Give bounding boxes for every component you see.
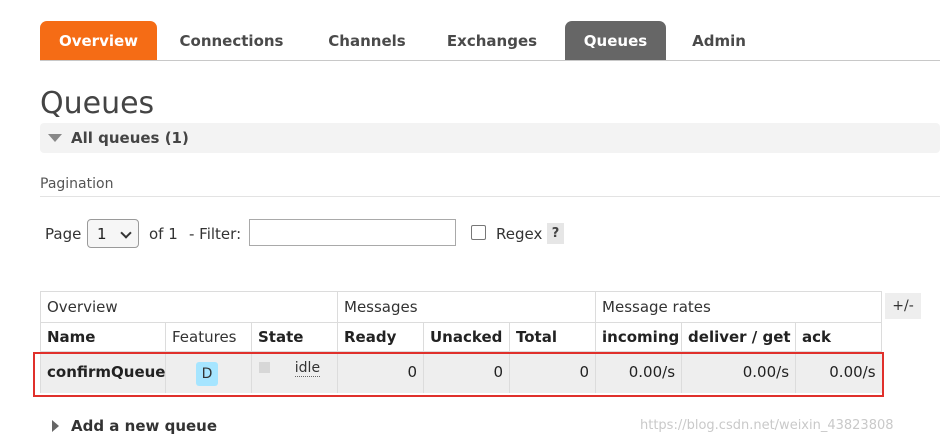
table-row: confirmQueue D idle 0 0 0 0.00/s 0.00/s … xyxy=(40,351,882,393)
tab-connections[interactable]: Connections xyxy=(164,21,299,60)
group-header-messages: Messages xyxy=(336,291,597,323)
state-text: idle xyxy=(294,359,321,377)
tab-admin[interactable]: Admin xyxy=(673,21,765,60)
column-header-unacked[interactable]: Unacked xyxy=(423,322,510,352)
section-label: All queues (1) xyxy=(71,129,189,147)
group-header-message-rates: Message rates xyxy=(595,291,883,323)
durable-feature-badge: D xyxy=(196,361,218,386)
all-queues-section-toggle[interactable]: All queues (1) xyxy=(40,123,940,153)
column-header-ready[interactable]: Ready xyxy=(337,322,424,352)
page-select[interactable]: 1 xyxy=(87,219,139,248)
state-cell: idle xyxy=(251,351,338,393)
tab-queues[interactable]: Queues xyxy=(565,21,666,60)
column-header-total[interactable]: Total xyxy=(508,322,597,352)
column-header-name[interactable]: Name xyxy=(40,322,166,352)
filter-input[interactable] xyxy=(249,219,456,246)
total-cell: 0 xyxy=(508,351,596,393)
tab-exchanges[interactable]: Exchanges xyxy=(432,21,552,60)
queue-name-link[interactable]: confirmQueue xyxy=(40,351,166,393)
tab-channels[interactable]: Channels xyxy=(309,21,425,60)
filter-label: - Filter: xyxy=(189,225,242,243)
page-label: Page xyxy=(45,225,82,243)
state-indicator-icon xyxy=(259,362,270,374)
watermark-text: https://blog.csdn.net/weixin_43823808 xyxy=(640,418,894,433)
regex-checkbox[interactable] xyxy=(471,225,486,240)
deliver-get-rate-cell: 0.00/s xyxy=(681,351,796,393)
pagination-heading: Pagination xyxy=(40,176,114,192)
expand-triangle-icon xyxy=(52,420,59,432)
queues-table: Overview Messages Message rates Name Fea… xyxy=(40,291,883,393)
page-title: Queues xyxy=(40,86,155,121)
main-nav-tabs: Overview Connections Channels Exchanges … xyxy=(40,21,940,61)
toggle-columns-button[interactable]: +/- xyxy=(885,293,921,319)
features-cell: D xyxy=(165,351,252,393)
column-header-state[interactable]: State xyxy=(251,322,338,352)
tab-overview[interactable]: Overview xyxy=(40,21,157,60)
regex-label: Regex xyxy=(496,225,543,243)
regex-help-button[interactable]: ? xyxy=(547,223,564,244)
rabbitmq-queues-page: Overview Connections Channels Exchanges … xyxy=(0,0,940,445)
collapse-triangle-icon xyxy=(48,134,62,142)
column-header-features: Features xyxy=(165,322,252,352)
ack-rate-cell: 0.00/s xyxy=(795,351,882,393)
add-new-queue-label: Add a new queue xyxy=(71,417,218,435)
incoming-rate-cell: 0.00/s xyxy=(595,351,682,393)
column-header-ack[interactable]: ack xyxy=(795,322,883,352)
ready-cell: 0 xyxy=(337,351,424,393)
pagination-divider xyxy=(40,196,940,197)
page-select-value: 1 xyxy=(97,224,107,243)
column-header-incoming[interactable]: incoming xyxy=(595,322,683,352)
group-header-overview: Overview xyxy=(40,291,338,323)
add-new-queue-toggle[interactable]: Add a new queue xyxy=(52,417,217,435)
column-header-deliver-get[interactable]: deliver / get xyxy=(681,322,797,352)
chevron-down-icon xyxy=(120,227,132,239)
page-count-label: of 1 xyxy=(149,225,178,243)
unacked-cell: 0 xyxy=(423,351,510,393)
